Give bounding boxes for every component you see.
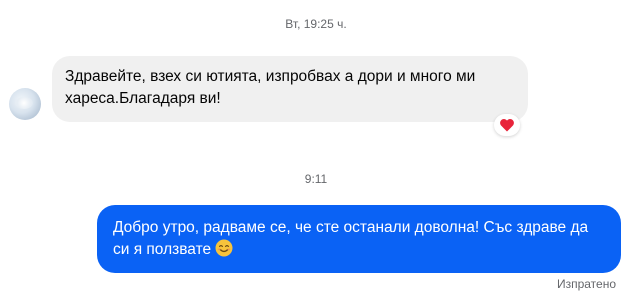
timestamp: Вт, 19:25 ч. bbox=[285, 17, 347, 31]
chat-thread: Вт, 19:25 ч. Здравейте, взех си ютията, … bbox=[0, 0, 632, 293]
smiling-face-emoji-icon bbox=[215, 239, 233, 264]
outgoing-message-text: Добро утро, радваме се, че сте останали … bbox=[113, 219, 589, 258]
outgoing-message-bubble[interactable]: Добро утро, радваме се, че сте останали … bbox=[97, 205, 621, 273]
timestamp: 9:11 bbox=[304, 172, 328, 186]
avatar[interactable] bbox=[9, 88, 41, 120]
heart-reaction-icon[interactable] bbox=[494, 114, 520, 136]
incoming-message-text: Здравейте, взех си ютията, изпробвах а д… bbox=[65, 68, 476, 107]
incoming-message-bubble[interactable]: Здравейте, взех си ютията, изпробвах а д… bbox=[52, 56, 528, 122]
heart-icon bbox=[500, 118, 514, 131]
message-status: Изпратено bbox=[556, 277, 616, 291]
